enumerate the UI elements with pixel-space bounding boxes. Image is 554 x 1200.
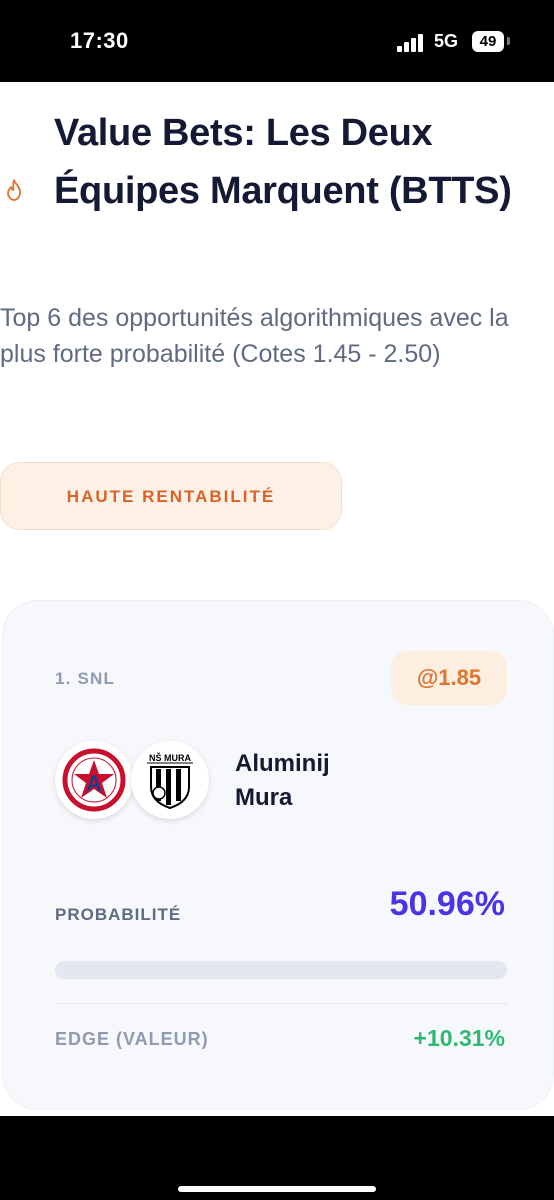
league-label: 1. SNL	[55, 669, 116, 688]
signal-icon	[397, 34, 425, 52]
svg-text:NŠ MURA: NŠ MURA	[149, 752, 191, 763]
aluminij-logo: A	[55, 741, 133, 819]
probability-value: 50.96%	[389, 885, 505, 923]
away-team: Mura	[235, 784, 293, 811]
fire-icon	[7, 179, 21, 201]
page-subtitle: Top 6 des opportunités algorithmiques av…	[0, 304, 509, 368]
edge-value: +10.31%	[413, 1025, 505, 1051]
mura-logo: NŠ MURA	[131, 741, 209, 819]
probability-label: PROBABILITÉ	[55, 905, 182, 924]
edge-label: EDGE (VALEUR)	[55, 1029, 209, 1049]
ns-mura-crest-icon: NŠ MURA	[147, 752, 193, 810]
home-team: Aluminij	[235, 750, 330, 777]
network-type: 5G	[434, 31, 459, 51]
probability-bar-fill	[55, 961, 286, 979]
aluminij-crest-icon: A	[62, 748, 126, 812]
status-bar: 17:30 5G 49	[0, 0, 554, 82]
battery-icon: 49	[472, 31, 504, 52]
page-title: Value Bets: Les Deux Équipes Marquent (B…	[54, 112, 512, 212]
status-time: 17:30	[70, 28, 129, 53]
profitability-badge[interactable]: HAUTE RENTABILITÉ	[0, 462, 342, 530]
svg-text:A: A	[86, 771, 102, 796]
home-indicator[interactable]	[178, 1186, 376, 1192]
match-card[interactable]: 1. SNL @1.85 A NŠ MURA Aluminij Mura PRO…	[2, 600, 554, 1110]
battery-tip	[507, 37, 510, 45]
content-screen[interactable]: Value Bets: Les Deux Équipes Marquent (B…	[0, 82, 554, 1116]
divider	[55, 1003, 507, 1004]
team-names: Aluminij Mura	[235, 747, 330, 815]
probability-bar	[55, 961, 507, 979]
odds-badge: @1.85	[391, 651, 507, 705]
